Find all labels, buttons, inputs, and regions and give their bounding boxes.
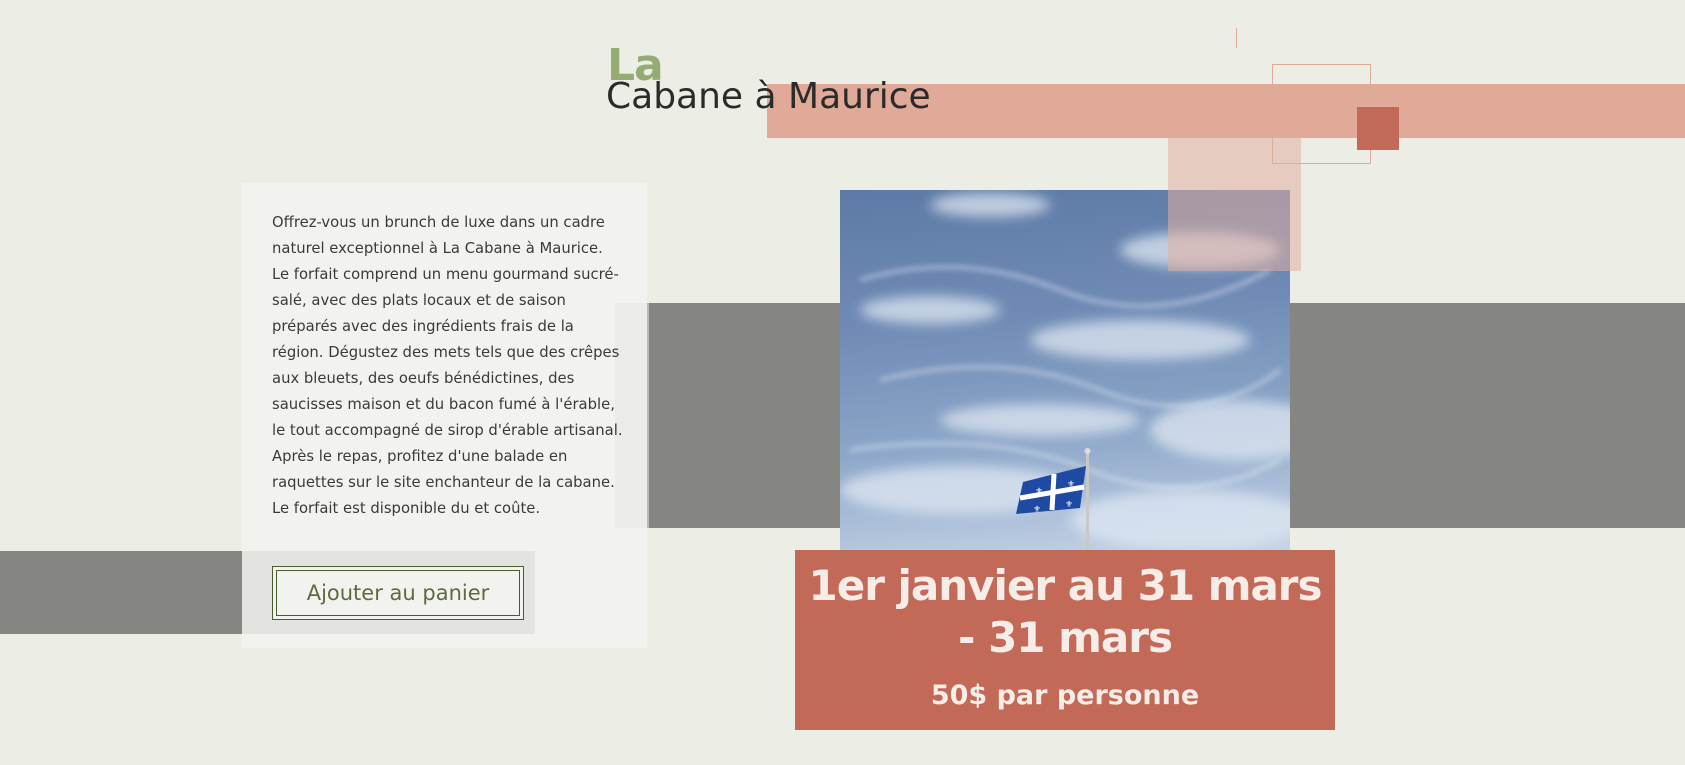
add-to-cart-label: Ajouter au panier xyxy=(276,570,520,616)
add-to-cart-button[interactable]: Ajouter au panier xyxy=(272,566,524,620)
product-description: Offrez-vous un brunch de luxe dans un ca… xyxy=(272,214,623,517)
svg-text:⚜: ⚜ xyxy=(1065,500,1073,510)
availability-dates: 1er janvier au 31 mars - 31 mars xyxy=(808,561,1322,662)
decor-thin-line xyxy=(1236,28,1237,48)
svg-text:⚜: ⚜ xyxy=(1067,480,1075,490)
site-title: Cabane à Maurice xyxy=(606,76,931,117)
decor-pink-panel xyxy=(1168,138,1301,271)
svg-text:⚜: ⚜ xyxy=(1033,505,1041,515)
decor-red-square xyxy=(1357,107,1399,150)
price-per-person: 50$ par personne xyxy=(930,680,1200,711)
svg-text:⚜: ⚜ xyxy=(1035,487,1043,497)
flagpole xyxy=(1086,452,1089,550)
